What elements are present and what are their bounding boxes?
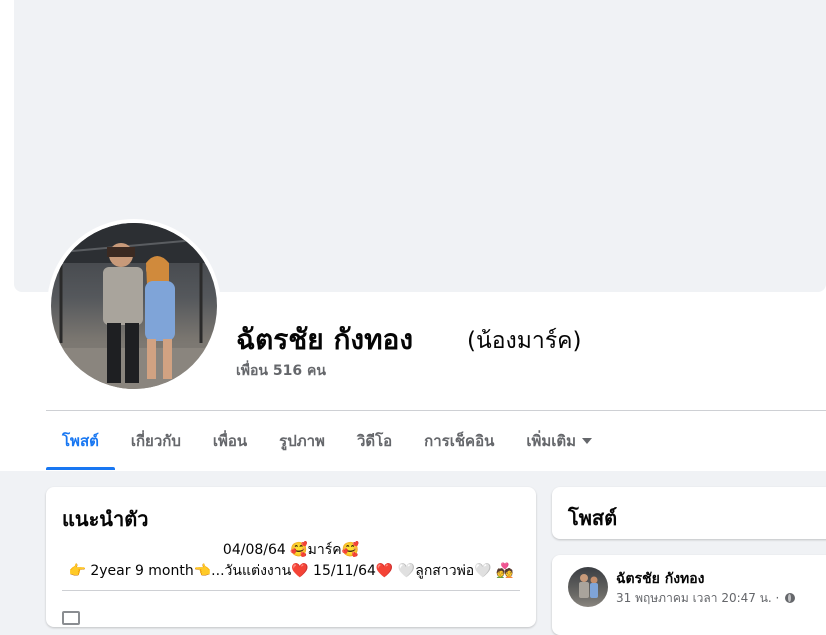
tab-photos[interactable]: รูปภาพ [263,411,341,470]
profile-alternate-name: (น้องมาร์ค) [467,328,582,354]
tab-label: วิดีโอ [356,431,393,450]
intro-detail-row [92,609,192,619]
tab-label: เพิ่มเติม [526,431,577,450]
bio-line-1: 04/08/64 🥰มาร์ค🥰 [222,542,360,558]
post-timestamp[interactable]: 31 พฤษภาคม เวลา 20:47 น. · [616,589,796,608]
tab-friends[interactable]: เพื่อน [197,411,263,470]
briefcase-icon [62,611,80,625]
tab-label: รูปภาพ [279,431,325,450]
profile-tabs: โพสต์ เกี่ยวกับ เพื่อน รูปภาพ วิดีโอ การ… [46,411,608,470]
tab-posts[interactable]: โพสต์ [46,411,115,470]
tab-label: เพื่อน [212,431,248,450]
intro-card: แนะนำตัว 04/08/64 🥰มาร์ค🥰 👉 2year 9 mont… [46,487,536,627]
bio-line-2: 👉 2year 9 month👈...วันแต่งงาน❤️ 15/11/64… [68,563,514,579]
post-card: ฉัตรชัย กังทอง 31 พฤษภาคม เวลา 20:47 น. … [552,555,826,635]
posts-header-card: โพสต์ [552,487,826,539]
tab-label: การเช็คอิน [424,431,495,450]
intro-title: แนะนำตัว [62,507,149,531]
tab-label: เกี่ยวกับ [130,431,181,450]
tab-about[interactable]: เกี่ยวกับ [115,411,197,470]
tab-more[interactable]: เพิ่มเติม [510,411,608,470]
friends-count-link[interactable]: เพื่อน 516 คน [236,360,326,382]
profile-name: ฉัตรชัย กังทอง [236,323,414,356]
post-author-avatar[interactable] [568,567,608,607]
post-timestamp-text: 31 พฤษภาคม เวลา 20:47 น. · [616,591,780,605]
profile-picture[interactable] [47,219,221,393]
caret-down-icon [582,437,593,444]
profile-photo-image [51,223,217,389]
globe-icon [785,593,796,603]
tab-label: โพสต์ [62,431,99,450]
posts-title: โพสต์ [568,506,618,530]
tab-videos[interactable]: วิดีโอ [341,411,408,470]
intro-divider [62,590,520,591]
tab-checkins[interactable]: การเช็คอิน [408,411,510,470]
post-author-name[interactable]: ฉัตรชัย กังทอง [616,568,705,590]
